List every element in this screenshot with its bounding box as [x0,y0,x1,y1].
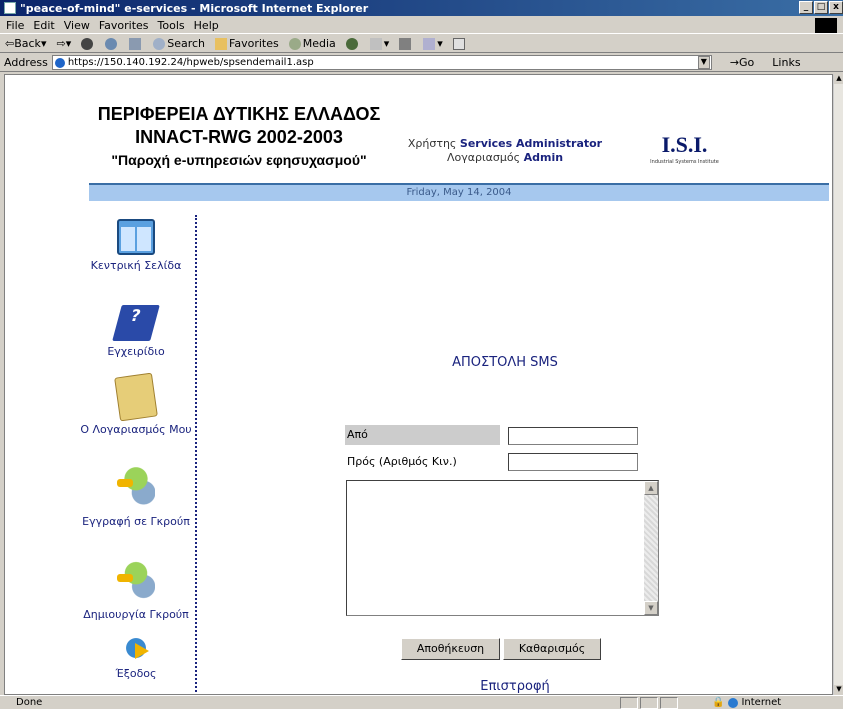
discuss-button[interactable] [452,37,467,50]
menu-view[interactable]: View [64,19,90,32]
print-icon [399,37,412,50]
to-label: Πρός (Αριθμός Κιν.) [347,455,457,468]
service-subtitle: "Παροχή e-υπηρεσιών εφησυχασμού" [111,152,367,168]
page-title: ΑΠΟΣΤΟΛΗ SMS [452,355,558,370]
user-info: Χρήστης Services Administrator Λογαριασμ… [407,137,603,164]
date-band: Friday, May 14, 2004 [89,185,829,201]
address-label: Address [4,56,48,69]
refresh-button[interactable] [105,37,119,50]
address-dropdown-icon[interactable]: ▼ [697,56,710,69]
page-scrollbar[interactable]: ▲ ▼ [833,74,843,695]
menu-favorites[interactable]: Favorites [99,19,149,32]
isi-logo: I.S.I. Industrial Systems Institute [650,132,719,165]
save-button[interactable]: Αποθήκευση [401,638,500,660]
status-segment [660,697,678,709]
go-button[interactable]: →Go [730,56,754,69]
favorites-button[interactable]: Favorites [215,37,279,50]
page-scroll-down-icon[interactable]: ▼ [834,685,843,695]
join-group-icon [117,465,155,511]
back-arrow-icon: ⇦ [5,37,15,50]
home-button[interactable] [129,37,143,50]
links-button[interactable]: Links [772,56,800,69]
sidebar-item-account[interactable]: Ο Λογαριασμός Μου [77,372,195,437]
message-textarea[interactable]: ▲ ▼ [346,480,659,616]
return-link[interactable]: Επιστροφή [455,679,575,694]
discuss-icon [452,37,465,50]
page-icon [54,57,65,68]
sidebar-item-home[interactable]: Κεντρική Σελίδα [77,219,195,273]
windows-logo-icon [815,18,837,33]
page-scroll-up-icon[interactable]: ▲ [834,74,843,84]
sidebar-item-exit[interactable]: Έξοδος [77,633,195,681]
address-url: https://150.140.192.24/hpweb/spsendemail… [67,57,314,68]
status-bar: Done 🔒 Internet [0,695,843,709]
account-icon [114,372,158,422]
exit-icon [117,633,155,663]
clear-button[interactable]: Καθαρισμός [503,638,601,660]
sidebar-item-manual[interactable]: Εγχειρίδιο [77,305,195,359]
page-viewport: ΠΕΡΙΦΕΡΕΙΑ ΔΥΤΙΚΗΣ ΕΛΛΑΔΟΣ INNACT-RWG 20… [4,74,833,695]
window-titlebar: "peace-of-mind" e-services - Microsoft I… [0,0,843,16]
sidebar-nav: Κεντρική Σελίδα Εγχειρίδιο Ο Λογαριασμός… [77,215,197,694]
home-toolbar-icon [129,37,142,50]
status-segment [620,697,638,709]
home-icon [117,219,155,255]
history-icon [345,37,358,50]
globe-icon [728,697,739,708]
maximize-button[interactable]: □ [814,1,828,14]
mail-button[interactable]: ▾ [369,37,389,50]
favorites-icon [215,37,228,50]
mail-icon [369,37,382,50]
scroll-down-icon[interactable]: ▼ [644,601,658,615]
user-name: Services Administrator [459,137,603,150]
address-input[interactable]: https://150.140.192.24/hpweb/spsendemail… [51,55,712,70]
history-button[interactable] [345,37,360,50]
toolbar: ⇦ Back ▾ ⇨ ▾ Search Favorites Media ▾ ▾ [0,35,843,53]
edit-button[interactable]: ▾ [423,37,443,50]
sidebar-item-create-group[interactable]: Δημιουργία Γκρούπ [77,560,195,622]
media-button[interactable]: Media [288,37,336,50]
lock-icon: 🔒 [712,697,725,708]
menu-file[interactable]: File [6,19,24,32]
from-input[interactable] [508,427,638,445]
menu-help[interactable]: Help [194,19,219,32]
back-button[interactable]: ⇦ Back ▾ [5,37,46,50]
menu-bar: File Edit View Favorites Tools Help [0,17,843,34]
to-input[interactable] [508,453,638,471]
media-icon [288,37,301,50]
print-button[interactable] [399,37,413,50]
window-title: "peace-of-mind" e-services - Microsoft I… [20,1,369,15]
from-label: Από [345,425,500,445]
search-button[interactable]: Search [153,37,205,50]
scroll-up-icon[interactable]: ▲ [644,481,658,495]
sidebar-item-join-group[interactable]: Εγγραφή σε Γκρούπ [77,465,195,529]
search-icon [153,37,166,50]
stop-button[interactable] [81,37,95,50]
forward-arrow-icon: ⇨ [56,37,66,50]
forward-button[interactable]: ⇨ ▾ [56,37,71,50]
minimize-button[interactable]: _ [799,1,813,14]
close-button[interactable]: x [829,1,843,14]
status-text: Done [16,697,43,708]
stop-icon [81,37,94,50]
ie-logo-icon [4,2,16,14]
manual-icon [112,305,160,341]
region-title: ΠΕΡΙΦΕΡΕΙΑ ΔΥΤΙΚΗΣ ΕΛΛΑΔΟΣ [97,104,381,124]
menu-tools[interactable]: Tools [158,19,185,32]
account-name: Admin [523,151,564,164]
page-header-title: ΠΕΡΙΦΕΡΕΙΑ ΔΥΤΙΚΗΣ ΕΛΛΑΔΟΣ INNACT-RWG 20… [89,103,389,172]
project-title: INNACT-RWG 2002-2003 [135,127,343,147]
status-segment [640,697,658,709]
textarea-scrollbar[interactable]: ▲ ▼ [644,481,658,615]
edit-icon [423,37,436,50]
create-group-icon [117,560,155,604]
menu-edit[interactable]: Edit [33,19,54,32]
security-zone: 🔒 Internet [712,697,782,708]
window-controls: _ □ x [798,1,843,14]
address-bar: Address https://150.140.192.24/hpweb/sps… [0,54,843,72]
refresh-icon [105,37,118,50]
